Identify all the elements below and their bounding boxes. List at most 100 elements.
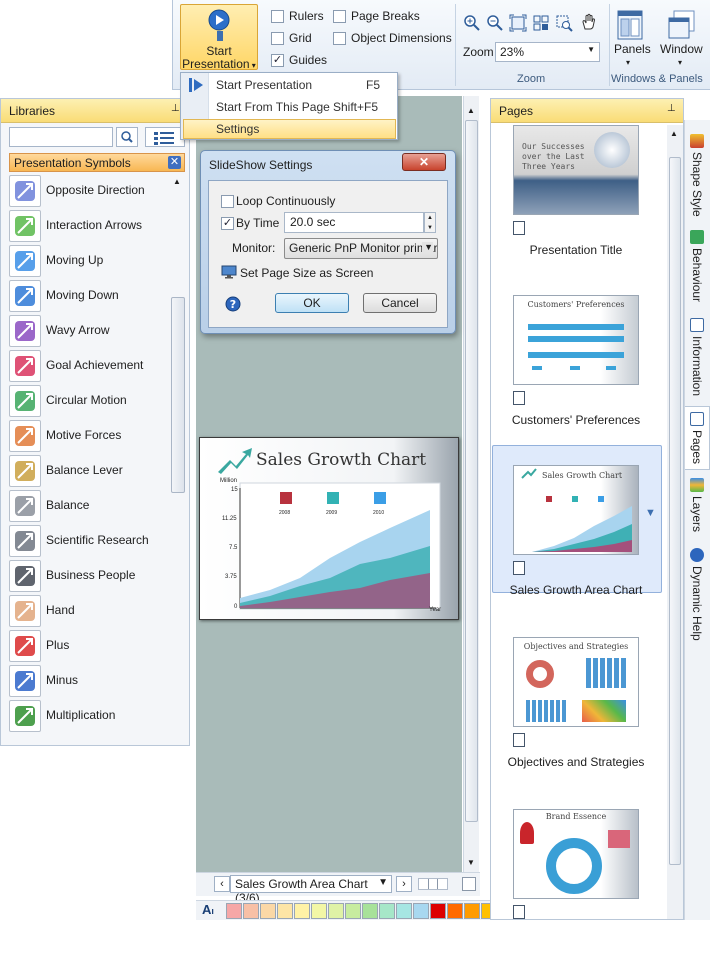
zoom-out-icon[interactable] [486, 14, 504, 32]
library-category-header[interactable]: Presentation Symbols ✕ [9, 153, 185, 172]
color-swatch[interactable] [311, 903, 327, 919]
zoom-window-icon[interactable] [555, 14, 573, 32]
time-input[interactable]: 20.0 sec [284, 212, 424, 233]
tab-layers[interactable]: Layers [685, 478, 709, 532]
scroll-up-icon[interactable]: ▲ [467, 106, 475, 115]
page-icon [513, 561, 525, 575]
object-dimensions-checkbox[interactable] [333, 32, 346, 45]
page-thumb-4[interactable]: Objectives and Strategies Objectives and… [491, 637, 665, 785]
library-item-label: Goal Achievement [46, 358, 144, 372]
grid-checkbox[interactable] [271, 32, 284, 45]
tab-information[interactable]: Information [685, 318, 709, 396]
color-swatch[interactable] [226, 903, 242, 919]
rulers-checkbox[interactable] [271, 10, 284, 23]
page-size-label[interactable]: Set Page Size as Screen [240, 266, 373, 280]
search-button[interactable] [116, 127, 138, 147]
by-time-checkbox[interactable]: ✓ [221, 217, 234, 230]
minus-icon [9, 665, 41, 697]
color-swatch[interactable] [277, 903, 293, 919]
monitor-select[interactable]: Generic PnP Monitor primar ▼ [284, 238, 438, 259]
menu-item-start-presentation[interactable]: Start Presentation [216, 78, 312, 92]
library-item[interactable]: Circular Motion [9, 385, 169, 419]
guides-checkbox[interactable]: ✓ [271, 54, 284, 67]
color-swatch[interactable] [260, 903, 276, 919]
library-item[interactable]: Interaction Arrows [9, 210, 169, 244]
previous-page-button[interactable]: ‹ [214, 876, 230, 892]
library-item[interactable]: Wavy Arrow [9, 315, 169, 349]
menu-item-settings[interactable]: Settings [216, 122, 259, 136]
menu-item-start-from-this-page[interactable]: Start From This Page [216, 100, 330, 114]
color-swatch[interactable] [464, 903, 480, 919]
page-thumb-2[interactable]: Customers' Preferences Customers' Prefer… [491, 295, 665, 443]
color-swatch[interactable] [430, 903, 446, 919]
zoom-in-icon[interactable] [463, 14, 481, 32]
color-swatch[interactable] [379, 903, 395, 919]
tab-shape-style[interactable]: Shape Style [685, 134, 709, 217]
library-item[interactable]: Motive Forces [9, 420, 169, 454]
text-color-icon[interactable]: Aı [202, 902, 214, 917]
fit-page-icon[interactable] [462, 877, 476, 891]
library-item[interactable]: Goal Achievement [9, 350, 169, 384]
library-item[interactable]: Multiplication [9, 700, 169, 734]
help-icon[interactable]: ? [225, 296, 241, 312]
slide-sales-growth-chart[interactable]: Sales Growth Chart Million Year 15 11.25… [199, 437, 459, 620]
library-item[interactable]: Balance [9, 490, 169, 524]
page-select[interactable]: Sales Growth Area Chart (3/6) ▼ [230, 875, 392, 905]
color-swatch[interactable] [345, 903, 361, 919]
dialog-close-button[interactable]: ✕ [402, 153, 446, 171]
scroll-down-icon[interactable]: ▼ [467, 858, 475, 867]
page-name: Objectives and Strategies [507, 755, 645, 769]
panels-icon[interactable] [617, 10, 643, 40]
loop-checkbox[interactable] [221, 195, 234, 208]
library-item[interactable]: Moving Up [9, 245, 169, 279]
ok-button[interactable]: OK [275, 293, 349, 313]
pages-panel: Pages ⊥ Our Successes over the Last Thre… [490, 98, 684, 920]
time-spinner[interactable]: ▲ ▼ [424, 212, 436, 233]
fit-page-icon[interactable] [509, 14, 527, 32]
zoom-combo[interactable]: 23% ▼ [495, 42, 600, 62]
tab-behaviour[interactable]: Behaviour [685, 230, 709, 302]
scroll-up-icon[interactable]: ▲ [173, 177, 181, 186]
color-swatch[interactable] [362, 903, 378, 919]
fit-width-icon[interactable] [532, 14, 550, 32]
close-icon[interactable]: ✕ [168, 156, 181, 169]
page-breaks-checkbox[interactable] [333, 10, 346, 23]
library-item[interactable]: Scientific Research [9, 525, 169, 559]
start-presentation-button[interactable]: Start Presentation ▾ [180, 4, 258, 71]
page-menu-chevron-icon[interactable]: ▼ [645, 507, 656, 519]
window-button-label[interactable]: Window [660, 42, 703, 56]
page-thumb-5[interactable]: Brand Essence [491, 809, 665, 957]
color-swatch[interactable] [328, 903, 344, 919]
library-search-input[interactable] [9, 127, 113, 147]
pages-scrollbar-thumb[interactable] [669, 157, 681, 865]
page-thumb-3[interactable]: Sales Growth Chart ▼ Sales Growth Area C… [491, 465, 665, 613]
library-scrollbar-thumb[interactable] [171, 297, 185, 493]
library-view-button[interactable] [145, 127, 185, 147]
tab-pages[interactable]: Pages [685, 412, 709, 464]
pin-icon[interactable]: ⊥ [171, 103, 180, 114]
library-item[interactable]: Balance Lever [9, 455, 169, 489]
tab-dynamic-help[interactable]: Dynamic Help [685, 548, 709, 641]
library-item[interactable]: Hand [9, 595, 169, 629]
color-swatch[interactable] [447, 903, 463, 919]
pan-hand-icon[interactable] [580, 13, 598, 31]
library-item[interactable]: Plus [9, 630, 169, 664]
page-thumb-1[interactable]: Our Successes over the Last Three Years … [491, 125, 665, 273]
window-icon[interactable] [668, 10, 696, 40]
library-item[interactable]: Minus [9, 665, 169, 699]
color-swatch[interactable] [413, 903, 429, 919]
library-item[interactable]: Opposite Direction [9, 175, 169, 209]
library-item[interactable]: Moving Down [9, 280, 169, 314]
color-swatch[interactable] [243, 903, 259, 919]
cancel-button[interactable]: Cancel [363, 293, 437, 313]
monitor-label: Monitor: [232, 241, 276, 255]
canvas-scrollbar-thumb[interactable] [465, 120, 478, 822]
library-item[interactable]: Business People [9, 560, 169, 594]
next-page-button[interactable]: › [396, 876, 412, 892]
scroll-up-icon[interactable]: ▲ [670, 129, 678, 138]
color-swatch[interactable] [294, 903, 310, 919]
pin-icon[interactable]: ⊥ [667, 103, 676, 114]
panels-button-label[interactable]: Panels [614, 42, 651, 56]
color-swatch[interactable] [396, 903, 412, 919]
library-item-label: Balance Lever [46, 463, 123, 477]
